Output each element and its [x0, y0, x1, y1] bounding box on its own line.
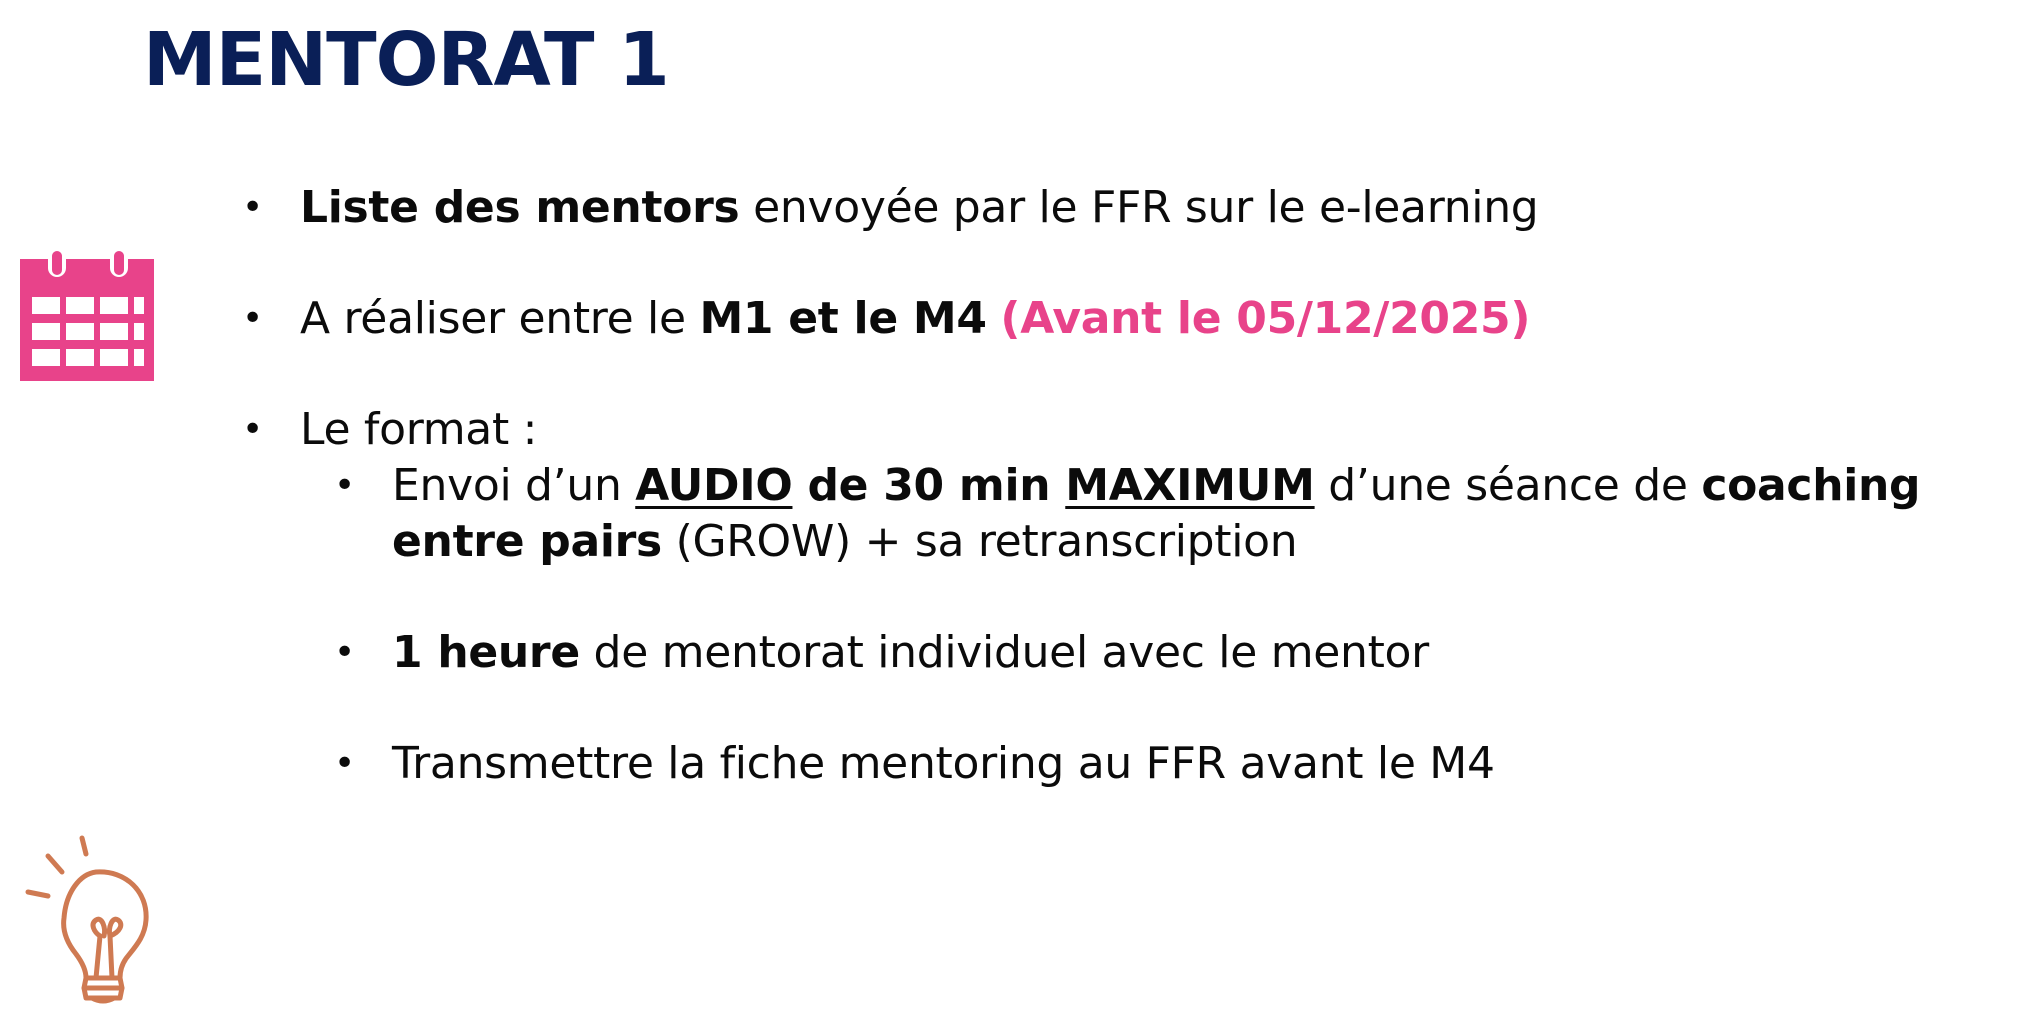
- bullet-dot: •: [334, 632, 356, 673]
- lightbulb-icon: [25, 835, 149, 1004]
- bullet-text-mentor-list: Liste des mentors envoyée par le FFR sur…: [300, 180, 1539, 236]
- bold-text: M1 et le M4: [699, 293, 987, 344]
- bold-text: 1 heure: [392, 627, 580, 678]
- plain-text: [987, 293, 1001, 344]
- deadline-text: (Avant le 05/12/2025): [1000, 293, 1531, 344]
- sub-bullet-text-form: Transmettre la fiche mentoring au FFR av…: [392, 738, 1495, 789]
- plain-text: A réaliser entre le: [300, 293, 700, 344]
- underlined-text: MAXIMUM: [1065, 460, 1315, 511]
- bullet-text-schedule: A réaliser entre le M1 et le M4 (Avant l…: [300, 291, 1530, 347]
- sub-bullet-text-audio-line2: entre pairs (GROW) + sa retranscription: [392, 514, 1298, 570]
- bold-text: entre pairs: [392, 516, 662, 567]
- plain-text: envoyée par le FFR sur le e-learning: [739, 182, 1539, 233]
- bullet-dot: •: [242, 298, 264, 339]
- plain-text: Envoi d’un: [392, 460, 636, 511]
- underlined-text: AUDIO: [635, 460, 793, 511]
- plain-text: de mentorat individuel avec le mentor: [579, 627, 1430, 678]
- bold-text: de 30 min: [792, 460, 1066, 511]
- bold-text: coaching: [1701, 460, 1921, 511]
- page-title: MENTORAT 1: [143, 17, 670, 103]
- bullet-text-format: Le format :: [300, 404, 538, 455]
- sub-bullet-text-audio: Envoi d’un AUDIO de 30 min MAXIMUM d’une…: [392, 458, 1921, 514]
- plain-text: (GROW) + sa retranscription: [661, 516, 1298, 567]
- plain-text: d’une séance de: [1314, 460, 1702, 511]
- sub-bullet-text-hour: 1 heure de mentorat individuel avec le m…: [392, 625, 1429, 681]
- bullet-dot: •: [242, 187, 264, 228]
- bullet-dot: •: [334, 743, 356, 784]
- bullet-dot: •: [242, 409, 264, 450]
- calendar-icon: [20, 247, 154, 381]
- slide: MENTORAT 1 • Liste des mentors envoyée p…: [0, 0, 2022, 1024]
- bold-text: Liste des mentors: [300, 182, 740, 233]
- bullet-dot: •: [334, 465, 356, 506]
